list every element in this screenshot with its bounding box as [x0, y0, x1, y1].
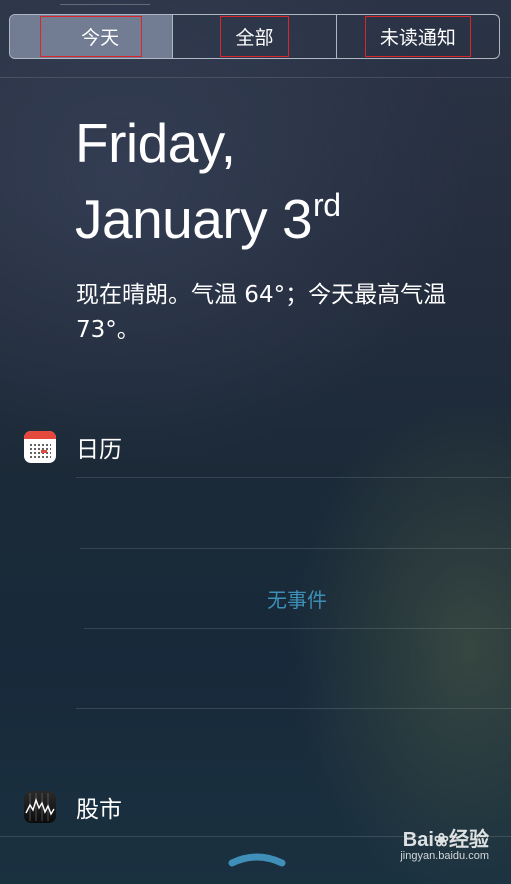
watermark-logo: Bai❀经验	[402, 829, 489, 851]
stocks-widget-header[interactable]: 股市	[24, 790, 122, 824]
date-heading: Friday, January 3rd	[75, 112, 341, 250]
status-bar-remnant	[60, 0, 150, 5]
calendar-widget-header[interactable]: 日历	[24, 430, 122, 464]
watermark-site: jingyan.baidu.com	[400, 850, 489, 862]
header-divider	[0, 77, 511, 78]
date-ordinal-suffix: rd	[313, 187, 341, 223]
calendar-divider-2	[80, 548, 511, 549]
weather-summary: 现在晴朗。气温 64°；今天最高气温 73°。	[76, 282, 447, 343]
calendar-empty-message: 无事件	[267, 588, 327, 612]
tab-missed[interactable]: 未读通知	[335, 15, 499, 58]
date-weekday: Friday,	[75, 112, 236, 174]
chevron-up-icon[interactable]	[226, 849, 288, 869]
watermark: Bai❀经验 jingyan.baidu.com	[400, 823, 489, 862]
notification-tab-control: 今天 全部 未读通知	[9, 14, 500, 59]
paw-icon: ❀	[433, 830, 449, 850]
calendar-divider-4	[76, 708, 511, 709]
tab-today-label: 今天	[40, 16, 143, 57]
tab-all[interactable]: 全部	[172, 15, 335, 58]
calendar-divider-1	[76, 477, 511, 478]
date-month-day: January 3rd	[75, 174, 341, 250]
calendar-icon	[24, 431, 56, 463]
calendar-title: 日历	[76, 437, 122, 463]
tab-missed-label: 未读通知	[364, 16, 471, 57]
tab-today[interactable]: 今天	[10, 15, 173, 58]
date-main: January 3	[75, 188, 313, 250]
stocks-icon	[24, 791, 56, 823]
stocks-title: 股市	[76, 797, 122, 823]
calendar-divider-3	[84, 628, 511, 629]
tab-all-label: 全部	[220, 16, 289, 57]
